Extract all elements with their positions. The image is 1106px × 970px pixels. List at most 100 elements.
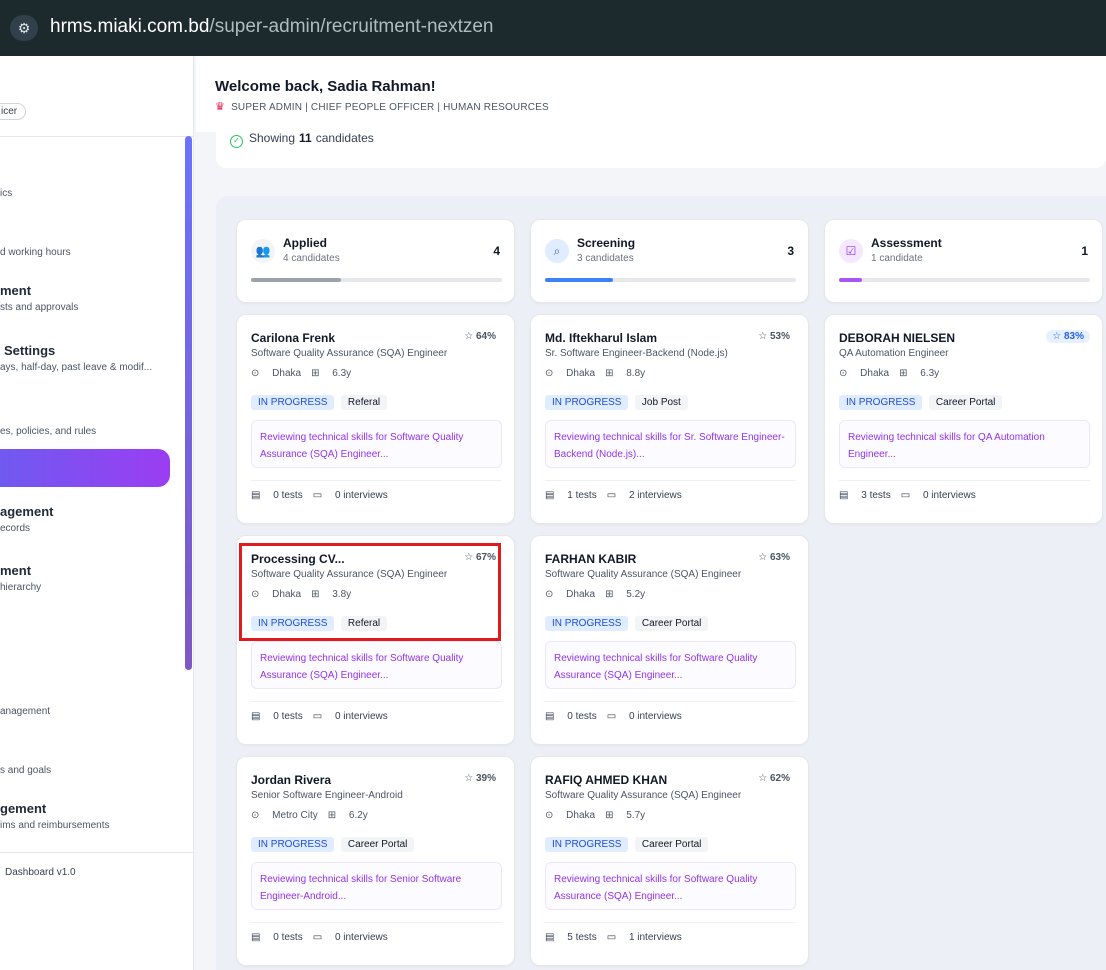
column-header-assessment[interactable]: ☑ Assessment 1 candidate 1 [824, 219, 1103, 303]
source-badge: Career Portal [340, 837, 415, 852]
candidate-role: Sr. Software Engineer-Backend (Node.js) [545, 348, 728, 359]
candidate-experience: 6.3y [920, 368, 940, 379]
candidate-name: Jordan Rivera [251, 773, 332, 787]
summary-prefix: Showing [249, 131, 296, 145]
sidebar-item-title: Settings [4, 343, 56, 358]
site-settings-icon[interactable]: ⚙ [10, 15, 38, 41]
interviews-count: 0 interviews [628, 711, 682, 722]
column-progress [545, 278, 796, 282]
column-title: Screening [577, 236, 636, 250]
sidebar-item-5[interactable]: es, policies, and rules [0, 422, 170, 437]
match-score: ☆ 63% [752, 551, 796, 564]
column-progress-fill [839, 278, 862, 282]
interviews-count: 2 interviews [628, 490, 682, 501]
version-text: Dashboard v1.0 [5, 867, 76, 878]
card-divider [251, 480, 502, 481]
column-title: Applied [283, 236, 327, 250]
sidebar-item-9[interactable]: s and goals [0, 761, 170, 776]
location-pin-icon: ⊙ [251, 368, 263, 379]
document-icon: ▤ [251, 711, 264, 722]
status-badge: IN PROGRESS [251, 837, 335, 852]
location-pin-icon: ⊙ [251, 810, 263, 821]
document-icon: ▤ [545, 490, 558, 501]
sidebar-item-10[interactable]: gement ims and reimbursements [0, 801, 170, 831]
match-score-value: 83% [1063, 331, 1084, 342]
sidebar-item-1[interactable]: ics [0, 184, 170, 199]
column-progress [251, 278, 502, 282]
match-score-value: 64% [475, 331, 496, 342]
sidebar-item-title: agement [0, 504, 54, 519]
candidate-meta: ⊙ Dhaka ⊞ 5.2y [545, 589, 645, 600]
sidebar-item-sub: ics [0, 188, 13, 199]
candidate-card[interactable]: Jordan Rivera ☆ 39% Senior Software Engine… [236, 756, 515, 966]
candidate-name: RAFIQ AHMED KHAN [545, 773, 668, 787]
candidate-activity: ▤ 0 tests ▭ 0 interviews [545, 711, 682, 722]
url-text[interactable]: hrms.miaki.com.bd/super-admin/recruitmen… [50, 16, 494, 38]
candidate-activity: ▤ 5 tests ▭ 1 interviews [545, 932, 682, 943]
column-count-text: 1 candidate [871, 253, 923, 264]
column-title: Assessment [871, 236, 942, 250]
match-score-value: 53% [769, 331, 790, 342]
candidate-role: Software Quality Assurance (SQA) Enginee… [251, 348, 448, 359]
document-icon: ▤ [251, 490, 264, 501]
user-role-line: ♛ SUPER ADMIN | CHIEF PEOPLE OFFICER | HU… [215, 100, 549, 113]
sidebar-item-sub: sts and approvals [0, 302, 79, 313]
sidebar-item-active[interactable] [0, 449, 170, 487]
video-icon: ▭ [606, 711, 619, 722]
column-count: 4 [493, 244, 500, 258]
briefcase-icon: ⊞ [605, 810, 617, 821]
column-count-text: 3 candidates [577, 253, 634, 264]
search-icon: ⌕ [545, 239, 569, 263]
sidebar-item-sub: ims and reimbursements [0, 820, 110, 831]
candidate-card[interactable]: FARHAN KABIR ☆ 63% Software Quality Assura… [530, 535, 809, 745]
candidate-activity: ▤ 0 tests ▭ 0 interviews [251, 711, 388, 722]
candidate-card[interactable]: Md. Iftekharul Islam ☆ 53% Sr. Software En… [530, 314, 809, 524]
sidebar-scrollbar[interactable] [185, 136, 192, 670]
candidate-experience: 6.3y [332, 368, 352, 379]
briefcase-icon: ⊞ [327, 810, 339, 821]
sidebar-item-7[interactable]: ment hierarchy [0, 563, 170, 593]
candidate-card[interactable]: DEBORAH NIELSEN ☆ 83% QA Automation Engine… [824, 314, 1103, 524]
role-badge: icer [0, 103, 27, 120]
candidate-meta: ⊙ Metro City ⊞ 6.2y [251, 810, 368, 821]
status-badge: IN PROGRESS [545, 837, 629, 852]
candidate-name: Carilona Frenk [251, 331, 336, 345]
candidate-card[interactable]: RAFIQ AHMED KHAN ☆ 62% Software Quality As… [530, 756, 809, 966]
star-icon: ☆ [758, 552, 770, 563]
candidate-role: QA Automation Engineer [839, 348, 949, 359]
tests-count: 3 tests [861, 490, 891, 501]
sidebar-item-6[interactable]: agement ecords [0, 504, 170, 534]
column-header-screening[interactable]: ⌕ Screening 3 candidates 3 [530, 219, 809, 303]
welcome-title: Welcome back, Sadia Rahman! [215, 78, 436, 95]
sidebar-item-2[interactable]: d working hours [0, 243, 170, 258]
browser-address-bar[interactable]: ⚙ hrms.miaki.com.bd/super-admin/recruitm… [0, 0, 1106, 56]
candidate-tags: IN PROGRESS Career Portal [839, 392, 1003, 410]
candidate-tags: IN PROGRESS Job Post [545, 392, 688, 410]
sidebar-item-3[interactable]: ment sts and approvals [0, 283, 170, 313]
candidate-location: Dhaka [566, 589, 596, 600]
candidate-activity: ▤ 3 tests ▭ 0 interviews [839, 490, 976, 501]
sidebar-item-settings[interactable]: Settings ays, half-day, past leave & mod… [0, 343, 174, 373]
sidebar-item-8[interactable]: anagement [0, 702, 170, 717]
candidate-name: DEBORAH NIELSEN [839, 331, 956, 345]
candidate-experience: 8.8y [626, 368, 646, 379]
sidebar-item-title: ment [0, 283, 32, 298]
source-badge: Career Portal [634, 616, 709, 631]
interviews-count: 0 interviews [922, 490, 976, 501]
candidate-experience: 5.7y [626, 810, 646, 821]
user-role-text: SUPER ADMIN | CHIEF PEOPLE OFFICER | HUM… [231, 102, 549, 113]
document-icon: ▤ [251, 932, 264, 943]
sidebar-item-title: gement [0, 801, 47, 816]
document-icon: ▤ [839, 490, 852, 501]
column-count: 3 [787, 244, 794, 258]
page-header: Welcome back, Sadia Rahman! ♛ SUPER ADMIN… [196, 56, 1106, 132]
check-circle-icon: ✓ [230, 135, 243, 148]
source-badge: Referal [340, 395, 388, 410]
summary-count: 11 [299, 131, 312, 145]
candidate-tags: IN PROGRESS Referal [251, 392, 388, 410]
location-pin-icon: ⊙ [545, 810, 557, 821]
column-header-applied[interactable]: 👥 Applied 4 candidates 4 [236, 219, 515, 303]
candidate-card[interactable]: Carilona Frenk ☆ 64% Software Quality Assu… [236, 314, 515, 524]
match-score: ☆ 39% [458, 772, 502, 785]
review-note: Reviewing technical skills for Software … [545, 641, 796, 689]
